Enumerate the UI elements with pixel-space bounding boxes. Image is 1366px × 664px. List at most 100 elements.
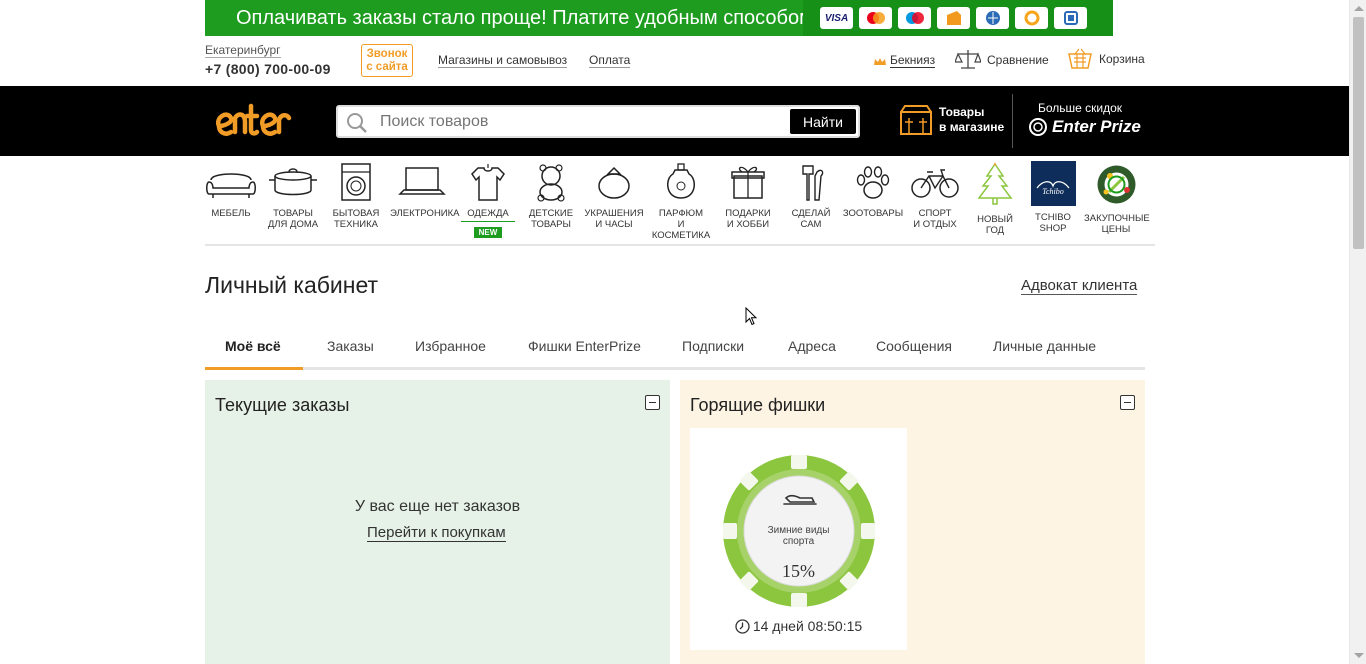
active-tab-indicator: [205, 367, 303, 370]
category-furniture[interactable]: Мебель: [199, 158, 263, 219]
category-kids[interactable]: Детские товары: [519, 158, 583, 230]
category-sport[interactable]: Спорт и отдых: [903, 158, 967, 230]
gift-icon: [731, 166, 765, 199]
scales-icon: [955, 50, 981, 69]
tab-subscriptions[interactable]: Подписки: [682, 338, 744, 354]
compare-link[interactable]: Сравнение: [955, 48, 1049, 72]
tools-icon: [802, 165, 824, 201]
tab-personal-data[interactable]: Личные данные: [993, 338, 1096, 354]
store-label-1: Товары: [939, 105, 985, 119]
search-icon: [347, 113, 367, 133]
tab-favorites[interactable]: Избранное: [415, 338, 486, 354]
prize-name: Enter Prize: [1052, 117, 1141, 136]
main-header: Найти Товары в магазине Больше скидок En…: [0, 86, 1349, 156]
empty-orders-text: У вас еще нет заказов: [354, 498, 521, 515]
store-label-2: в магазине: [939, 120, 1005, 134]
wreath-icon: [1094, 162, 1139, 207]
category-new-year[interactable]: Новый год: [963, 158, 1027, 236]
callback-button[interactable]: Звонок с сайта: [361, 44, 413, 77]
category-tchibo[interactable]: Tchibo Tchibo shop: [1021, 158, 1085, 234]
category-label: Мебель: [211, 208, 251, 219]
yandex-money-icon: [937, 7, 970, 29]
category-perfume[interactable]: Парфюм и косметика: [649, 158, 713, 241]
clock-icon: [735, 618, 750, 634]
promo-banner-inner[interactable]: Оплачивать заказы стало проще! Платите у…: [205, 0, 1113, 36]
christmas-tree-icon: [977, 162, 1013, 205]
category-gifts[interactable]: Подарки и хобби: [716, 158, 780, 230]
laptop-icon: [398, 167, 446, 195]
category-label: Парфюм и косметика: [651, 208, 711, 241]
tchibo-logo: Tchibo: [1030, 161, 1076, 206]
category-diy[interactable]: Сделай сам: [779, 158, 843, 230]
category-label: Подарки и хобби: [725, 208, 771, 230]
category-label: Новый год: [977, 214, 1013, 236]
callback-label-1: Звонок: [366, 48, 408, 60]
qiwi-icon: [1015, 7, 1048, 29]
search-input[interactable]: [380, 107, 780, 136]
page-title: Личный кабинет: [205, 272, 379, 298]
scroll-down-arrow[interactable]: [1354, 653, 1364, 658]
tab-addresses[interactable]: Адреса: [788, 338, 836, 354]
user-profile-link[interactable]: Бекнияз: [890, 54, 936, 68]
chip-discount: 15%: [782, 561, 815, 581]
mastercard-icon: [859, 7, 892, 29]
category-wholesale[interactable]: Закупочные цены: [1084, 158, 1150, 235]
category-home[interactable]: Товары для дома: [261, 158, 325, 230]
tab-enterprize-chips[interactable]: Фишки EnterPrize: [528, 338, 641, 354]
category-appliances[interactable]: Бытовая техника: [324, 158, 388, 230]
search-button[interactable]: Найти: [790, 109, 856, 134]
phone-number: +7 (800) 700-00-09: [205, 61, 331, 77]
chip-card[interactable]: Зимние виды спорта 15% 14 дней 08:50:15: [690, 428, 907, 650]
page-scrollbar[interactable]: [1349, 0, 1366, 664]
enter-logo[interactable]: [213, 96, 293, 144]
promo-banner[interactable]: Оплачивать заказы стало проще! Платите у…: [0, 0, 1366, 36]
collapse-button[interactable]: [1120, 395, 1135, 410]
stores-link[interactable]: Магазины и самовывоз: [438, 54, 568, 68]
chip-title: Зимние виды спорта: [767, 525, 830, 547]
promo-text: Оплачивать заказы стало проще! Платите у…: [236, 7, 813, 29]
timer-value: 14 дней 08:50:15: [752, 618, 863, 634]
payment-link[interactable]: Оплата: [589, 54, 631, 68]
category-pets[interactable]: Зоотовары: [841, 158, 905, 219]
go-shopping-link[interactable]: Перейти к покупкам: [367, 525, 506, 542]
account-tabs: Моё всё Заказы Избранное Фишки EnterPriz…: [205, 328, 1145, 370]
tab-orders[interactable]: Заказы: [327, 338, 374, 354]
webmoney-icon: [976, 7, 1009, 29]
store-products-link[interactable]: Товары в магазине: [899, 104, 1004, 136]
category-label: Tchibo shop: [1035, 212, 1071, 234]
compare-label: Сравнение: [987, 53, 1049, 67]
category-jewelry[interactable]: Украшения и часы: [582, 158, 646, 230]
category-clothing[interactable]: Одежда NEW: [456, 158, 520, 240]
prize-tagline: Больше скидок: [1038, 101, 1123, 115]
category-label: Сделай сам: [791, 208, 831, 230]
prize-chip-icon: [1029, 118, 1047, 136]
category-label: Электроника: [390, 208, 460, 219]
hot-chips-panel: Горящие фишки Зимние виды спорта 15% 14 …: [680, 380, 1145, 664]
category-label: Детские товары: [528, 208, 574, 230]
search-bar: Найти: [336, 105, 860, 138]
scroll-thumb[interactable]: [1353, 17, 1364, 249]
category-label: Бытовая техника: [332, 208, 380, 230]
crown-icon: [874, 58, 886, 65]
city-selector[interactable]: Екатеринбург: [205, 44, 281, 58]
collapse-button[interactable]: [645, 395, 660, 410]
perfume-icon: [667, 163, 695, 199]
basket-icon: [1068, 48, 1092, 69]
paw-icon: [856, 166, 890, 199]
category-underline: [461, 221, 515, 222]
enter-prize-link[interactable]: Больше скидок Enter Prize: [1028, 101, 1141, 137]
tab-my-all[interactable]: Моё всё: [225, 338, 281, 354]
visa-icon: VISA: [820, 7, 853, 29]
top-bar: Екатеринбург +7 (800) 700-00-09 Звонок с…: [205, 36, 1145, 86]
ring-icon: [598, 166, 630, 199]
advocate-link[interactable]: Адвокат клиента: [1021, 278, 1138, 295]
teddy-bear-icon: [537, 164, 565, 202]
category-label: Украшения и часы: [584, 208, 644, 230]
sofa-icon: [206, 173, 256, 198]
category-electronics[interactable]: Электроника: [390, 158, 460, 219]
category-label: Закупочные цены: [1084, 213, 1150, 235]
new-badge: NEW: [473, 227, 503, 238]
scroll-up-arrow[interactable]: [1354, 6, 1364, 11]
cart-link[interactable]: Корзина: [1067, 48, 1145, 70]
tab-messages[interactable]: Сообщения: [876, 338, 952, 354]
